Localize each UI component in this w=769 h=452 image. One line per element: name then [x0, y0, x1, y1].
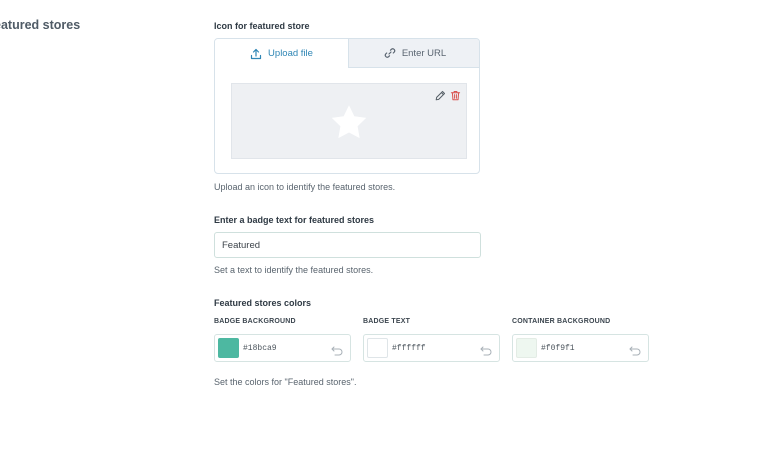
- color-picker-button[interactable]: #ffffff: [363, 334, 500, 362]
- reset-icon[interactable]: [629, 343, 641, 361]
- color-swatch: [367, 338, 388, 358]
- edit-icon[interactable]: [435, 88, 446, 106]
- color-swatch: [218, 338, 239, 358]
- badge-field-label: Enter a badge text for featured stores: [214, 215, 375, 225]
- color-swatch: [516, 338, 537, 358]
- reset-icon[interactable]: [480, 343, 492, 361]
- icon-uploader: Upload file Enter URL: [214, 38, 480, 174]
- upload-icon: [250, 48, 262, 60]
- color-hex-value: #18bca9: [243, 344, 277, 353]
- tab-upload-file[interactable]: Upload file: [215, 39, 348, 68]
- section-title: eatured stores: [0, 18, 81, 32]
- icon-preview: [231, 83, 467, 159]
- badge-text-input[interactable]: [214, 232, 481, 258]
- tab-upload-label: Upload file: [268, 48, 313, 59]
- colors-help-text: Set the colors for "Featured stores".: [214, 377, 357, 387]
- icon-field-label: Icon for featured store: [214, 21, 310, 31]
- trash-icon[interactable]: [450, 88, 461, 106]
- badge-help-text: Set a text to identify the featured stor…: [214, 265, 374, 275]
- icon-help-text: Upload an icon to identify the featured …: [214, 182, 396, 192]
- color-label: BADGE TEXT: [363, 318, 411, 325]
- color-hex-value: #ffffff: [392, 344, 426, 353]
- reset-icon[interactable]: [331, 343, 343, 361]
- star-icon: [330, 104, 368, 145]
- color-label: BADGE BACKGROUND: [214, 318, 296, 325]
- settings-page: eatured stores Icon for featured store U…: [0, 0, 769, 452]
- colors-field-label: Featured stores colors: [214, 298, 312, 308]
- badge-text-color: BADGE TEXT #ffffff: [363, 318, 500, 362]
- tab-url-label: Enter URL: [401, 47, 447, 59]
- icon-source-tabs: Upload file Enter URL: [215, 39, 479, 68]
- color-picker-button[interactable]: #f0f9f1: [512, 334, 649, 362]
- tab-enter-url[interactable]: Enter URL: [348, 39, 479, 68]
- link-icon: [384, 47, 396, 59]
- color-hex-value: #f0f9f1: [541, 344, 575, 353]
- color-picker-button[interactable]: #18bca9: [214, 334, 351, 362]
- badge-background-color: BADGE BACKGROUND #18bca9: [214, 318, 351, 362]
- container-background-color: CONTAINER BACKGROUND #f0f9f1: [512, 318, 649, 362]
- color-label: CONTAINER BACKGROUND: [512, 318, 611, 325]
